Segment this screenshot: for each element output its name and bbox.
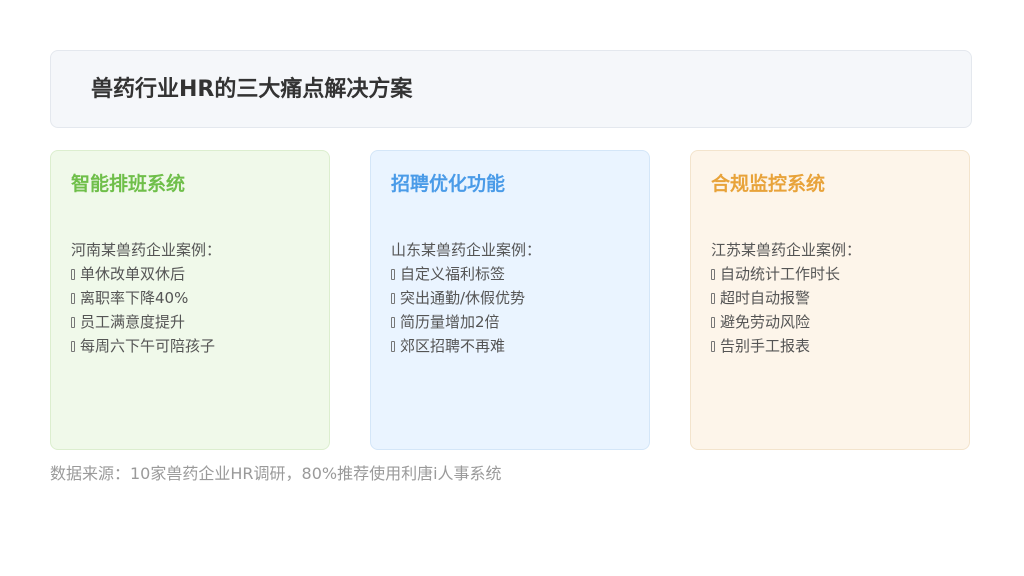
- card-title: 智能排班系统: [71, 173, 186, 195]
- list-item: 突出通勤/休假优势: [391, 286, 541, 310]
- page-title: 兽药行业HR的三大痛点解决方案: [91, 77, 413, 102]
- list-item: 自定义福利标签: [391, 262, 541, 286]
- list-item-text: 员工满意度提升: [80, 313, 186, 331]
- list-item-text: 自动统计工作时长: [720, 265, 841, 283]
- card-scheduling: 智能排班系统 河南某兽药企业案例： 单休改单双休后 离职率下降40% 员工满意度…: [50, 150, 330, 450]
- case-label: 河南某兽药企业案例：: [71, 241, 222, 259]
- list-item: 自动统计工作时长: [711, 262, 861, 286]
- list-item: 超时自动报警: [711, 286, 861, 310]
- bullet-icon: [391, 317, 395, 328]
- card-body: 江苏某兽药企业案例： 自动统计工作时长 超时自动报警 避免劳动风险 告别手工报表: [711, 238, 861, 358]
- list-item-text: 简历量增加2倍: [400, 313, 500, 331]
- list-item: 避免劳动风险: [711, 310, 861, 334]
- list-item-text: 超时自动报警: [720, 289, 811, 307]
- data-source-note: 数据来源：10家兽药企业HR调研，80%推荐使用利唐i人事系统: [50, 464, 502, 483]
- card-title: 合规监控系统: [711, 173, 826, 195]
- title-banner: 兽药行业HR的三大痛点解决方案: [50, 50, 972, 128]
- card-body: 河南某兽药企业案例： 单休改单双休后 离职率下降40% 员工满意度提升 每周六下…: [71, 238, 221, 358]
- bullet-icon: [711, 293, 715, 304]
- bullet-icon: [391, 293, 395, 304]
- list-item-text: 每周六下午可陪孩子: [80, 337, 216, 355]
- list-item: 告别手工报表: [711, 334, 861, 358]
- list-item: 郊区招聘不再难: [391, 334, 541, 358]
- card-compliance: 合规监控系统 江苏某兽药企业案例： 自动统计工作时长 超时自动报警 避免劳动风险…: [690, 150, 970, 450]
- bullet-icon: [711, 317, 715, 328]
- list-item-text: 离职率下降40%: [80, 289, 189, 307]
- list-item-text: 郊区招聘不再难: [400, 337, 506, 355]
- bullet-icon: [71, 341, 75, 352]
- card-recruitment: 招聘优化功能 山东某兽药企业案例： 自定义福利标签 突出通勤/休假优势 简历量增…: [370, 150, 650, 450]
- bullet-icon: [71, 293, 75, 304]
- list-item-text: 单休改单双休后: [80, 265, 186, 283]
- slide: 兽药行业HR的三大痛点解决方案 智能排班系统 河南某兽药企业案例： 单休改单双休…: [0, 0, 1024, 576]
- card-body: 山东某兽药企业案例： 自定义福利标签 突出通勤/休假优势 简历量增加2倍 郊区招…: [391, 238, 541, 358]
- case-label: 江苏某兽药企业案例：: [711, 241, 862, 259]
- list-item-text: 突出通勤/休假优势: [400, 289, 526, 307]
- bullet-icon: [71, 269, 75, 280]
- list-item: 离职率下降40%: [71, 286, 221, 310]
- bullet-icon: [711, 341, 715, 352]
- card-title: 招聘优化功能: [391, 173, 506, 195]
- list-item-text: 告别手工报表: [720, 337, 811, 355]
- case-label: 山东某兽药企业案例：: [391, 241, 542, 259]
- list-item: 员工满意度提升: [71, 310, 221, 334]
- list-item: 简历量增加2倍: [391, 310, 541, 334]
- bullet-icon: [71, 317, 75, 328]
- list-item-text: 自定义福利标签: [400, 265, 506, 283]
- bullet-icon: [391, 341, 395, 352]
- list-item: 每周六下午可陪孩子: [71, 334, 221, 358]
- list-item-text: 避免劳动风险: [720, 313, 811, 331]
- bullet-icon: [391, 269, 395, 280]
- bullet-icon: [711, 269, 715, 280]
- list-item: 单休改单双休后: [71, 262, 221, 286]
